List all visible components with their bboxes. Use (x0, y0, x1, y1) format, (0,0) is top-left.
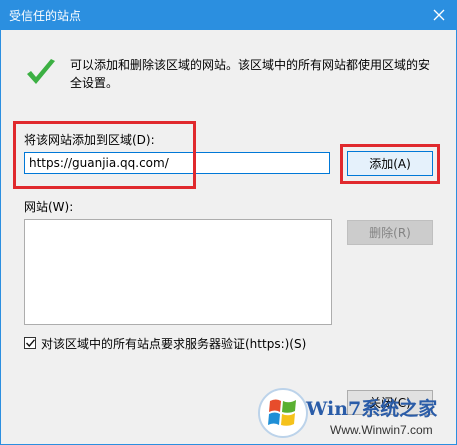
checkbox-check-icon (25, 339, 35, 347)
highlight-input-box (13, 121, 196, 189)
https-checkbox-label[interactable]: 对该区域中的所有站点要求服务器验证(https:)(S) (41, 335, 306, 352)
title-bar: 受信任的站点 (0, 0, 457, 30)
checkmark-icon (27, 59, 55, 84)
https-checkbox[interactable] (24, 337, 36, 349)
watermark-url: Www.Winwin7.com (330, 423, 433, 437)
close-icon (433, 9, 444, 21)
sites-label: 网站(W): (24, 200, 74, 214)
window-title: 受信任的站点 (9, 9, 82, 23)
remove-button[interactable]: 删除(R) (347, 220, 433, 245)
highlight-add-button-box (340, 144, 440, 184)
info-text: 可以添加和删除该区域的网站。该区域中的所有网站都使用区域的安全设置。 (70, 58, 431, 90)
close-window-button[interactable] (420, 0, 457, 30)
windows-logo-icon (258, 388, 308, 438)
watermark-brand: Win7系统之家 (306, 398, 438, 420)
sites-list[interactable] (24, 219, 332, 325)
